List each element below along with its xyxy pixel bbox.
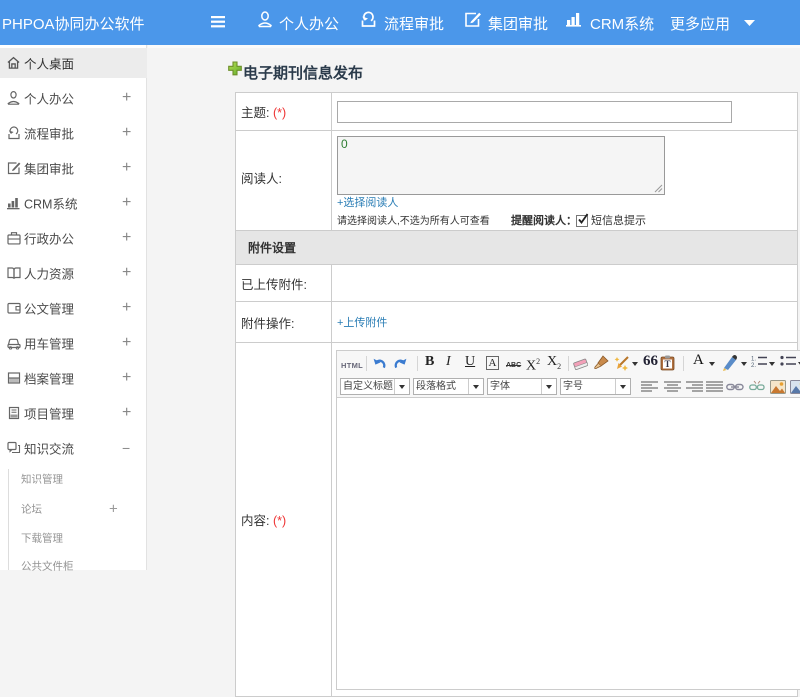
svg-text:T: T [664, 359, 670, 369]
svg-text:1.: 1. [751, 357, 756, 363]
svg-text:2.: 2. [751, 363, 756, 369]
